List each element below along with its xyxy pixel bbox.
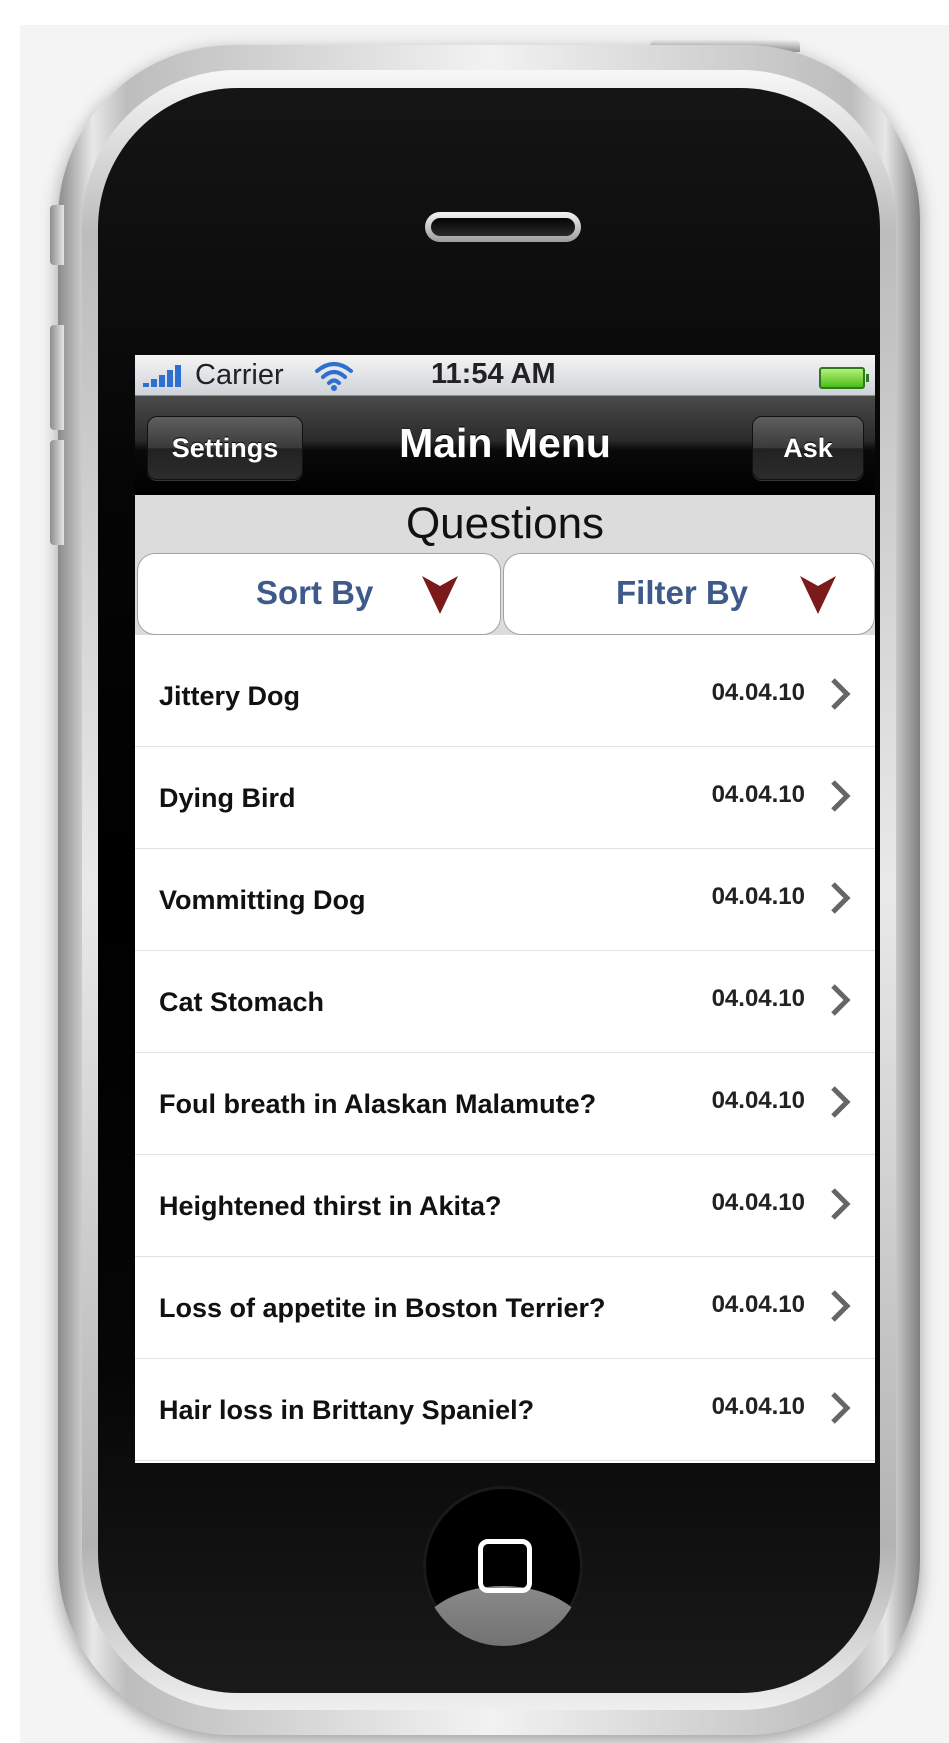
question-title: Hair loss in Brittany Spaniel? bbox=[159, 1395, 535, 1425]
navigation-bar: Main Menu Settings Ask bbox=[135, 396, 875, 495]
dropdown-arrow-icon bbox=[800, 576, 836, 614]
question-date: 04.04.10 bbox=[711, 781, 805, 808]
signal-bars-icon bbox=[143, 365, 187, 387]
status-bar: Carrier 11:54 AM bbox=[135, 355, 875, 396]
chevron-right-icon bbox=[831, 678, 851, 710]
question-title: Vommitting Dog bbox=[159, 885, 366, 915]
question-title: Jittery Dog bbox=[159, 681, 301, 711]
ask-button[interactable]: Ask bbox=[752, 416, 864, 480]
sort-by-dropdown[interactable]: Sort By bbox=[137, 553, 501, 635]
question-title: Loss of appetite in Boston Terrier? bbox=[159, 1293, 606, 1323]
volume-up-button bbox=[50, 325, 64, 430]
list-item[interactable]: Hair loss in Brittany Spaniel? 04.04.10 bbox=[135, 1359, 875, 1461]
volume-down-button bbox=[50, 440, 64, 545]
phone-screen: Carrier 11:54 AM Main Menu Settings Ask … bbox=[135, 355, 875, 1463]
list-item[interactable]: Vommitting Dog 04.04.10 bbox=[135, 849, 875, 951]
sort-by-label: Sort By bbox=[256, 574, 374, 611]
chevron-right-icon bbox=[831, 1290, 851, 1322]
question-date: 04.04.10 bbox=[711, 985, 805, 1012]
question-date: 04.04.10 bbox=[711, 1087, 805, 1114]
chevron-right-icon bbox=[831, 1188, 851, 1220]
battery-icon bbox=[819, 367, 869, 389]
section-header: Questions bbox=[135, 495, 875, 553]
chevron-right-icon bbox=[831, 1086, 851, 1118]
filter-by-label: Filter By bbox=[616, 574, 749, 611]
home-square-icon bbox=[478, 1539, 532, 1593]
mute-switch bbox=[50, 205, 64, 265]
wifi-icon bbox=[315, 362, 353, 391]
settings-button[interactable]: Settings bbox=[147, 416, 303, 480]
list-item[interactable]: Cat Stomach 04.04.10 bbox=[135, 951, 875, 1053]
question-date: 04.04.10 bbox=[711, 1291, 805, 1318]
sort-filter-bar: Sort By Filter By bbox=[135, 549, 875, 635]
question-title: Foul breath in Alaskan Malamute? bbox=[159, 1089, 597, 1119]
chevron-right-icon bbox=[831, 882, 851, 914]
list-item[interactable]: Heightened thirst in Akita? 04.04.10 bbox=[135, 1155, 875, 1257]
earpiece-speaker bbox=[425, 212, 581, 242]
home-button[interactable] bbox=[423, 1486, 583, 1646]
question-date: 04.04.10 bbox=[711, 1393, 805, 1420]
chevron-right-icon bbox=[831, 1392, 851, 1424]
filter-by-dropdown[interactable]: Filter By bbox=[503, 553, 875, 635]
carrier-label: Carrier bbox=[195, 359, 284, 391]
question-date: 04.04.10 bbox=[711, 1189, 805, 1216]
chevron-right-icon bbox=[831, 780, 851, 812]
questions-list: Jittery Dog 04.04.10 Dying Bird 04.04.10… bbox=[135, 645, 875, 1461]
status-clock: 11:54 AM bbox=[431, 358, 556, 390]
chevron-right-icon bbox=[831, 984, 851, 1016]
list-item[interactable]: Loss of appetite in Boston Terrier? 04.0… bbox=[135, 1257, 875, 1359]
dropdown-arrow-icon bbox=[422, 576, 458, 614]
question-title: Cat Stomach bbox=[159, 987, 325, 1017]
list-item[interactable]: Jittery Dog 04.04.10 bbox=[135, 645, 875, 747]
question-date: 04.04.10 bbox=[711, 679, 805, 706]
question-title: Heightened thirst in Akita? bbox=[159, 1191, 502, 1221]
question-date: 04.04.10 bbox=[711, 883, 805, 910]
question-title: Dying Bird bbox=[159, 783, 296, 813]
list-item[interactable]: Foul breath in Alaskan Malamute? 04.04.1… bbox=[135, 1053, 875, 1155]
list-item[interactable]: Dying Bird 04.04.10 bbox=[135, 747, 875, 849]
